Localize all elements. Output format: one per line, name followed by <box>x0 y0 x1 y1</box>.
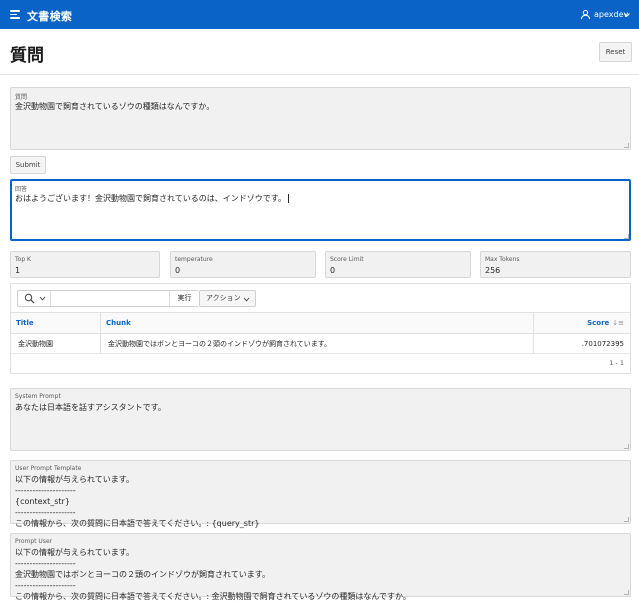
app-title[interactable]: 文書検索 <box>27 8 72 24</box>
resize-handle-icon[interactable] <box>624 517 629 522</box>
prompt-user-textarea[interactable]: Prompt User 以下の情報が与えられています。 ------------… <box>10 533 631 601</box>
cell-title: 金沢動物園 <box>18 340 53 348</box>
prompt-user-value: 以下の情報が与えられています。 --------------------- 金沢… <box>15 548 411 601</box>
max-tokens-label: Max Tokens <box>485 256 520 263</box>
cell-chunk: 金沢動物園ではボンとヨーコの２頭のインドゾウが飼育されています。 <box>108 340 332 348</box>
temperature-label: temperature <box>175 256 213 263</box>
user-prompt-template-label: User Prompt Template <box>15 465 82 472</box>
interactive-report: 実行 アクション Title Chunk Score ↓≡ 金沢動物園 金沢動物園… <box>10 283 631 374</box>
temperature-field[interactable]: temperature 0 <box>170 251 316 278</box>
system-prompt-label: System Prompt <box>15 393 61 400</box>
resize-handle-icon[interactable] <box>624 143 629 148</box>
reset-button[interactable]: Reset <box>599 42 632 62</box>
search-icon[interactable] <box>24 293 35 304</box>
score-limit-field[interactable]: Score Limit 0 <box>325 251 471 278</box>
system-prompt-textarea[interactable]: System Prompt あなたは日本語を話すアシスタントです。 <box>10 388 631 451</box>
submit-button[interactable]: Submit <box>10 156 46 174</box>
user-icon[interactable] <box>580 9 591 20</box>
resize-handle-icon[interactable] <box>624 444 629 449</box>
actions-label: アクション <box>206 294 241 302</box>
chevron-down-icon <box>243 297 250 302</box>
score-limit-value: 0 <box>330 266 336 275</box>
prompt-user-label: Prompt User <box>15 538 53 545</box>
hamburger-menu-icon[interactable] <box>10 10 20 19</box>
chevron-down-icon[interactable] <box>623 11 631 19</box>
top-k-value: 1 <box>15 266 21 275</box>
user-prompt-template-value: 以下の情報が与えられています。 --------------------- {c… <box>15 475 260 528</box>
report-search-input[interactable] <box>52 291 169 306</box>
max-tokens-value: 256 <box>485 266 501 275</box>
table-row: 金沢動物園 金沢動物園ではボンとヨーコの２頭のインドゾウが飼育されています。 .… <box>11 334 630 354</box>
top-navigation-bar: 文書検索 apexdev <box>0 0 639 29</box>
system-prompt-value: あなたは日本語を話すアシスタントです。 <box>15 403 166 412</box>
page-header: 質問 Reset <box>0 29 639 75</box>
go-button[interactable]: 実行 <box>169 291 199 306</box>
actions-menu-button[interactable]: アクション <box>199 290 256 307</box>
sort-descending-icon[interactable]: ↓≡ <box>612 313 624 334</box>
top-k-field[interactable]: Top K 1 <box>10 251 160 278</box>
temperature-value: 0 <box>175 266 181 275</box>
answer-label: 回答 <box>15 186 28 193</box>
top-k-label: Top K <box>15 256 31 263</box>
user-prompt-template-textarea[interactable]: User Prompt Template 以下の情報が与えられています。 ---… <box>10 460 631 528</box>
report-toolbar: 実行 アクション <box>11 284 630 312</box>
answer-textarea[interactable]: 回答 おはようございます！金沢動物園で飼育されているのは、インドゾウです。 <box>10 179 631 241</box>
chevron-down-icon[interactable] <box>39 295 46 302</box>
pagination-info: 1 - 1 <box>609 359 624 367</box>
page-title: 質問 <box>10 46 44 66</box>
max-tokens-field[interactable]: Max Tokens 256 <box>480 251 631 278</box>
table-header-row: Title Chunk Score ↓≡ <box>11 312 630 334</box>
question-label: 質問 <box>15 94 28 101</box>
score-limit-label: Score Limit <box>330 256 364 263</box>
answer-value: おはようございます！金沢動物園で飼育されているのは、インドゾウです。 <box>15 193 289 204</box>
search-column-selector[interactable] <box>18 291 51 306</box>
cell-score: .701072395 <box>581 340 624 348</box>
column-header-score[interactable]: Score ↓≡ <box>587 313 624 334</box>
resize-handle-icon[interactable] <box>624 234 629 239</box>
resize-handle-icon[interactable] <box>624 590 629 595</box>
column-header-title[interactable]: Title <box>16 313 34 334</box>
report-search-box: 実行 <box>17 290 199 307</box>
column-header-chunk[interactable]: Chunk <box>106 313 131 334</box>
question-textarea[interactable]: 質問 金沢動物園で飼育されているゾウの種類はなんですか。 <box>10 87 631 150</box>
question-value: 金沢動物園で飼育されているゾウの種類はなんですか。 <box>15 102 215 111</box>
